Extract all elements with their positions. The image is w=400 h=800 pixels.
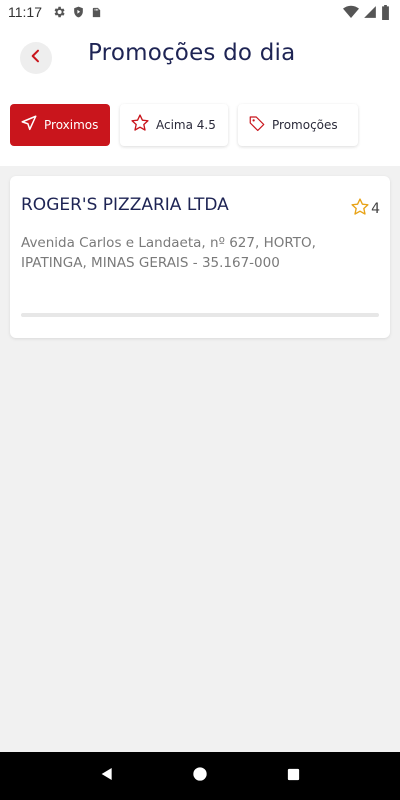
page-title: Promoções do dia (88, 40, 296, 66)
system-nav-bar (0, 752, 400, 800)
wifi-icon (343, 5, 359, 19)
nav-back-button[interactable] (91, 760, 123, 792)
sd-card-icon (91, 6, 102, 19)
battery-icon (381, 4, 390, 20)
status-time: 11:17 (8, 4, 42, 20)
home-circle-icon (192, 766, 208, 786)
restaurant-card[interactable]: ROGER'S PIZZARIA LTDA 4 Avenida Carlos e… (10, 176, 390, 338)
back-triangle-icon (99, 766, 115, 786)
filter-nearby-label: Proximos (44, 118, 99, 132)
header: Promoções do dia Proximos Acima 4.5 Prom… (0, 24, 400, 166)
restaurant-rating: 4 (350, 197, 380, 221)
shield-play-icon (72, 5, 85, 19)
filter-rating-label: Acima 4.5 (156, 118, 216, 132)
filter-rating-chip[interactable]: Acima 4.5 (120, 104, 228, 146)
nav-recents-button[interactable] (277, 760, 309, 792)
results-list: ROGER'S PIZZARIA LTDA 4 Avenida Carlos e… (0, 166, 400, 751)
restaurant-address: Avenida Carlos e Landaeta, nº 627, HORTO… (21, 235, 316, 271)
settings-icon (52, 5, 66, 19)
navigation-arrow-icon (20, 114, 38, 136)
filter-nearby-chip[interactable]: Proximos (10, 104, 110, 146)
back-button[interactable] (20, 42, 52, 74)
card-progress-bar (21, 313, 379, 317)
status-bar: 11:17 (0, 0, 400, 24)
filter-promotions-label: Promoções (272, 118, 338, 132)
rating-value: 4 (371, 201, 380, 217)
filter-promotions-chip[interactable]: Promoções (238, 104, 358, 146)
signal-icon (363, 5, 377, 19)
chevron-left-icon (28, 48, 44, 68)
star-outline-icon (350, 197, 370, 221)
star-outline-icon (130, 113, 150, 137)
nav-home-button[interactable] (184, 760, 216, 792)
tag-icon (248, 114, 266, 136)
filter-bar: Proximos Acima 4.5 Promoções (10, 104, 358, 146)
status-left: 11:17 (8, 4, 102, 20)
status-right (343, 4, 390, 20)
restaurant-name: ROGER'S PIZZARIA LTDA (21, 195, 229, 215)
recents-square-icon (286, 767, 301, 786)
